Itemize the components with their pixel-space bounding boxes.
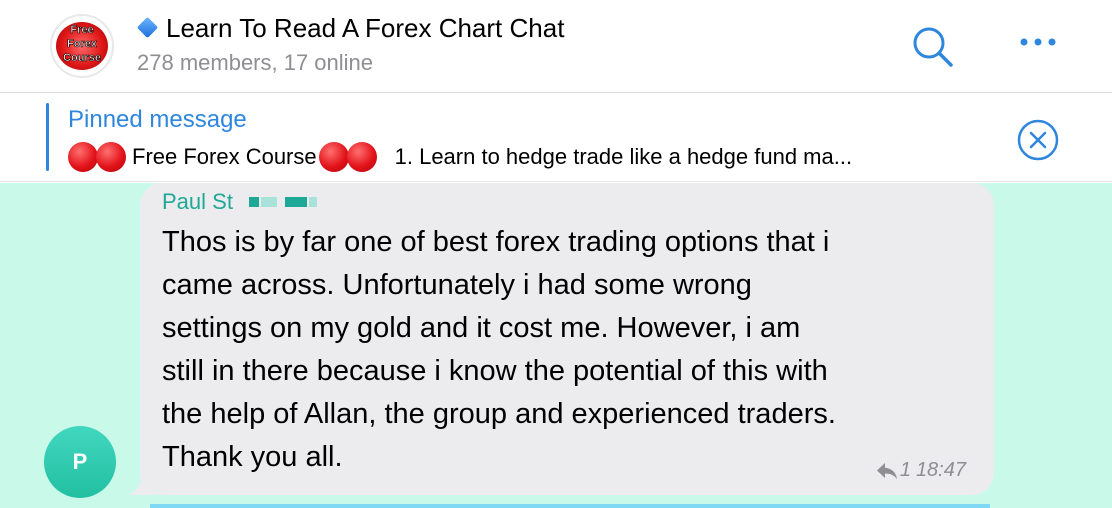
- logo-line-1: Free: [70, 24, 94, 37]
- pinned-text-end: 1. Learn to hedge trade like a hedge fun…: [394, 144, 853, 169]
- message-bubble[interactable]: Paul St Thos is by far one of best forex…: [140, 183, 994, 495]
- sender-redaction: [308, 197, 317, 207]
- sender-name-text: Paul St: [162, 189, 233, 214]
- red-circle-icon: [96, 142, 126, 172]
- reply-arrow-icon: [876, 462, 897, 479]
- logo-line-2: Forex: [67, 38, 98, 51]
- pinned-text-middle: Free Forex Course: [132, 144, 317, 169]
- pinned-indicator-bar: [46, 103, 49, 171]
- chat-message-area[interactable]: Paul St Thos is by far one of best forex…: [0, 183, 1112, 508]
- logo-line-3: Course: [63, 52, 102, 65]
- chat-title: Learn To Read A Forex Chart Chat: [166, 12, 565, 43]
- sender-redaction: [248, 197, 259, 207]
- red-circle-icon: [318, 142, 349, 172]
- message-text: Thos is by far one of best forex trading…: [162, 226, 836, 473]
- search-button[interactable]: [910, 24, 956, 70]
- blue-diamond-icon: [137, 17, 159, 39]
- pinned-label: Pinned message: [68, 106, 247, 133]
- chat-header: Free Forex Course Learn To Read A Forex …: [0, 0, 1112, 93]
- reply-count: 1: [899, 459, 911, 481]
- more-button[interactable]: [1016, 28, 1060, 56]
- pinned-close-button[interactable]: [1016, 118, 1060, 162]
- chat-title-row[interactable]: Learn To Read A Forex Chart Chat: [137, 10, 564, 46]
- more-icon: [1020, 38, 1056, 46]
- message-meta: 1 18:47: [876, 459, 966, 482]
- red-circle-icon: [346, 142, 377, 172]
- sender-redaction: [260, 197, 277, 207]
- red-circle-icon: [68, 142, 98, 172]
- chat-avatar[interactable]: Free Forex Course: [50, 14, 114, 78]
- message-time: 18:47: [915, 459, 966, 481]
- pinned-text: Free Forex Course 1. Learn to hedge trade…: [68, 142, 852, 172]
- chat-member-count: 278 members, 17 online: [137, 50, 374, 75]
- sender-name[interactable]: Paul St: [162, 189, 317, 215]
- close-circle-icon: [1017, 119, 1059, 161]
- avatar[interactable]: P: [44, 426, 116, 498]
- pinned-message-banner[interactable]: Pinned message Free Forex Course 1. Learn…: [0, 94, 1112, 182]
- search-icon: [913, 27, 953, 67]
- sender-redaction: [284, 197, 307, 207]
- next-message-edge: [150, 504, 990, 508]
